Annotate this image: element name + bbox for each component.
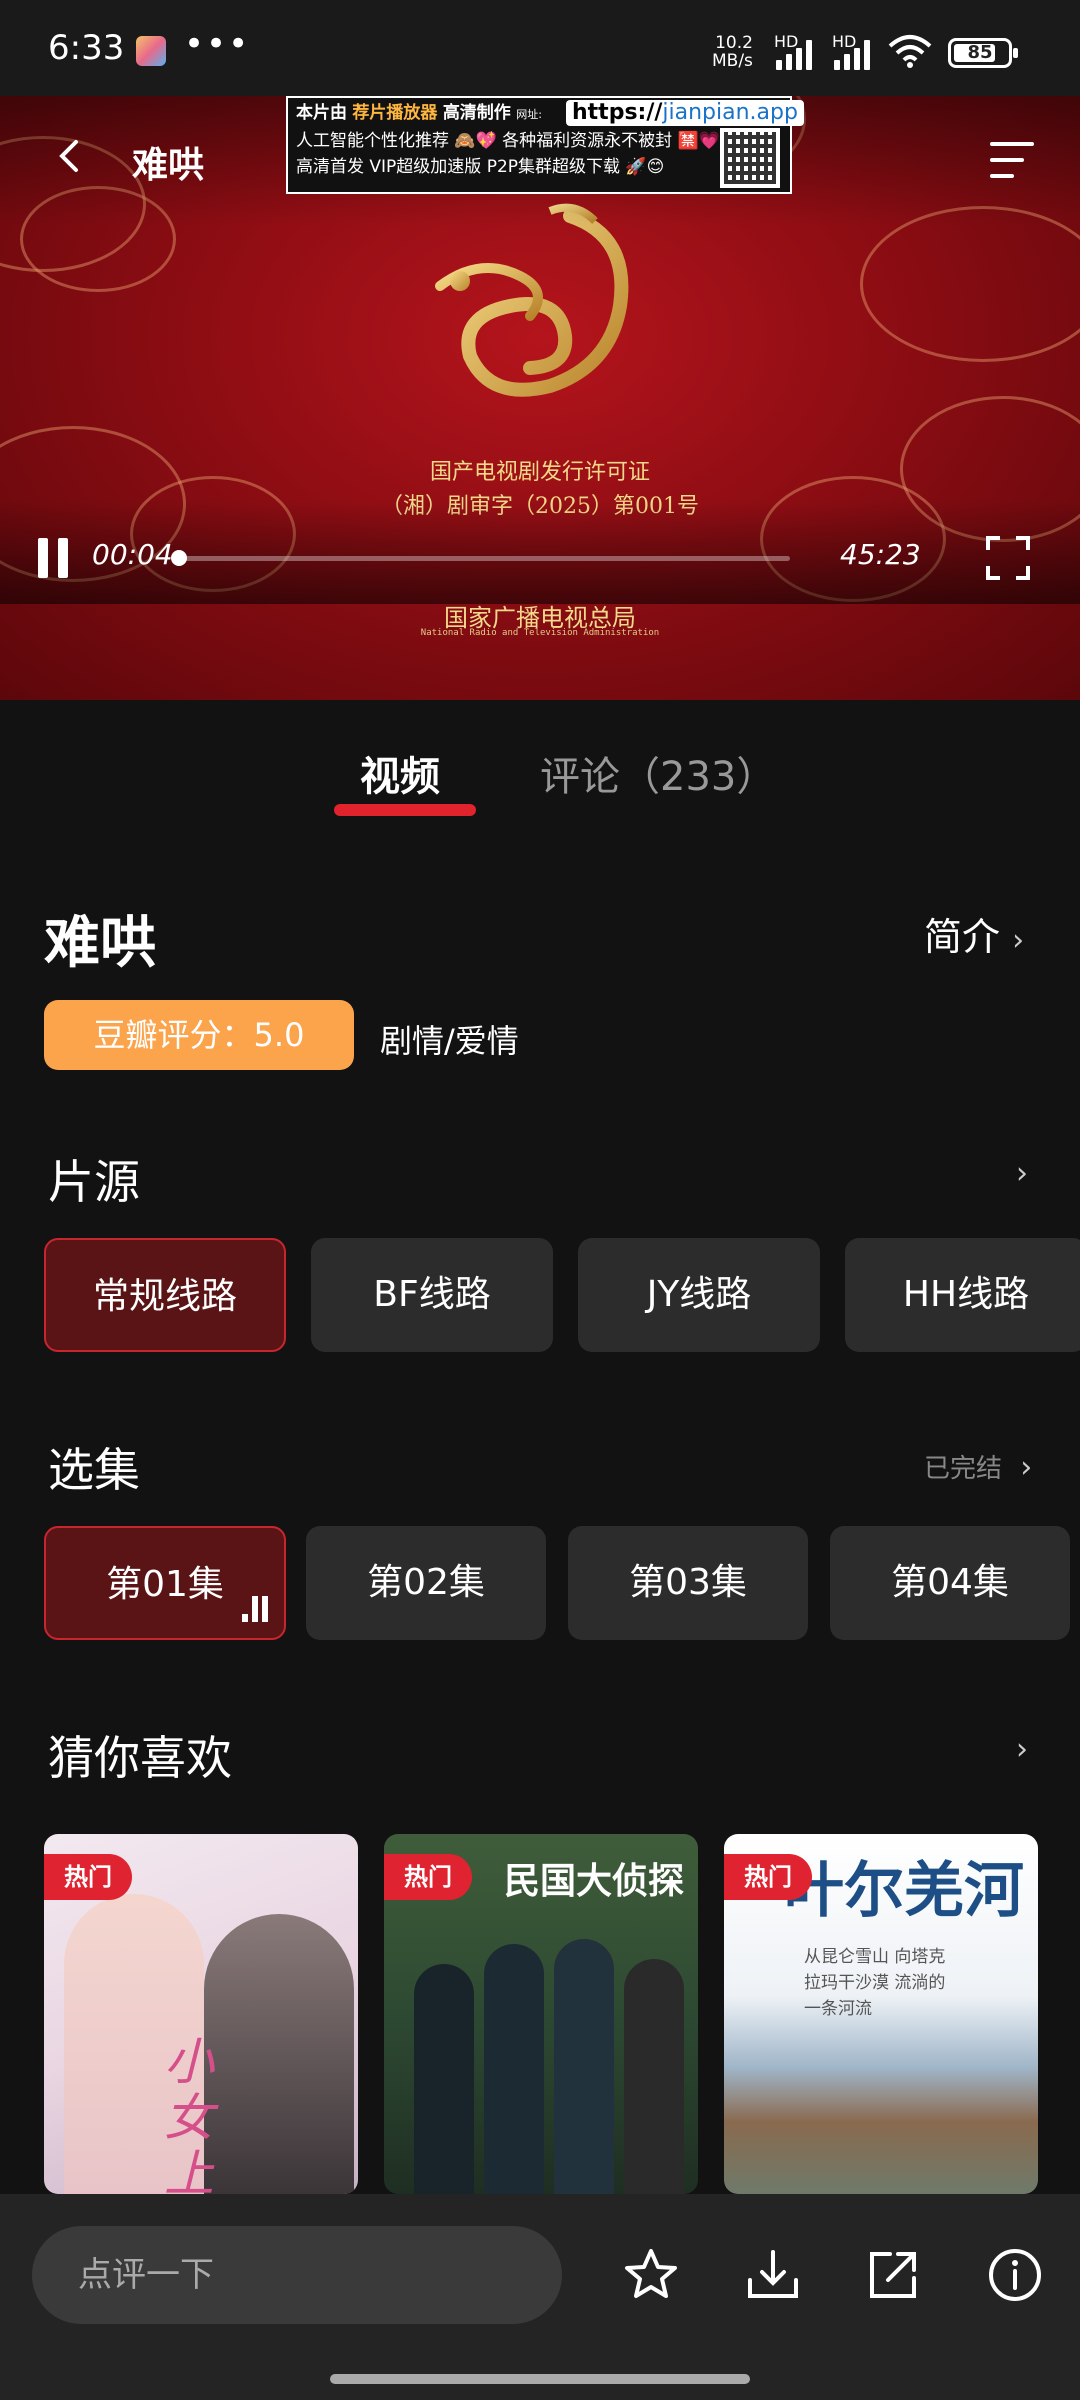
active-tab-indicator: [334, 804, 476, 816]
tab-video[interactable]: 视频: [360, 744, 440, 802]
qr-code: [720, 128, 780, 188]
hot-badge: 热门: [44, 1854, 132, 1900]
current-time: 00:04: [92, 538, 173, 571]
hot-badge: 热门: [384, 1854, 472, 1900]
recommend-heading: 猜你喜欢: [48, 1731, 232, 1785]
show-title: 难哄: [44, 911, 156, 976]
battery-icon: 85: [948, 38, 1018, 68]
poster-title: 民国大侦探: [504, 1861, 685, 1902]
ad-url[interactable]: https://jianpian.app: [566, 100, 804, 126]
download-icon[interactable]: [744, 2246, 802, 2304]
poster-figure: [484, 1944, 544, 2194]
recommend-card[interactable]: 民国大侦探 热门: [384, 1834, 698, 2194]
signal-icon-2: HD: [832, 32, 870, 70]
net-speed: 10.2 MB/s: [712, 33, 753, 71]
source-option[interactable]: JY线路: [578, 1238, 820, 1352]
rating-badge: 豆瓣评分：5.0: [44, 1000, 354, 1070]
episode-option[interactable]: 第04集: [830, 1526, 1070, 1640]
license-line1: 国产电视剧发行许可证: [429, 460, 650, 485]
wifi-icon: [888, 35, 932, 68]
ad-line3: 高清首发 VIP超级加速版 P2P集群超级下载 🚀😊: [296, 157, 665, 177]
tab-comments[interactable]: 评论（233）: [540, 744, 776, 802]
episodes-status[interactable]: 已完结 ›: [924, 1448, 1032, 1485]
source-option[interactable]: HH线路: [845, 1238, 1080, 1352]
emblem-icon: [435, 203, 629, 397]
pause-icon[interactable]: [38, 538, 70, 578]
more-notifications-icon: •••: [184, 24, 251, 64]
agency-name-en: National Radio and Television Administra…: [420, 628, 660, 638]
chevron-right-icon[interactable]: ›: [1016, 1156, 1028, 1191]
source-option[interactable]: BF线路: [311, 1238, 553, 1352]
status-time: 6:33: [48, 28, 125, 68]
source-option[interactable]: 常规线路: [44, 1238, 286, 1352]
star-icon[interactable]: [622, 2246, 680, 2304]
notification-app-icon: [136, 36, 166, 66]
info-icon[interactable]: [986, 2246, 1044, 2304]
recommend-card[interactable]: 叶尔羌河 从昆仑雪山 向塔克拉玛干沙漠 流淌的一条河流 热门: [724, 1834, 1038, 2194]
ad-line2: 人工智能个性化推荐 🙈💖 各种福利资源永不被封 🈲💗: [296, 131, 720, 151]
poster-figure: [554, 1939, 614, 2194]
poster-figure: [414, 1964, 474, 2194]
episode-option[interactable]: 第03集: [568, 1526, 808, 1640]
video-player[interactable]: 国产电视剧发行许可证 （湘）剧审字（2025）第001号 国家广播电视总局 Na…: [0, 96, 1080, 700]
sources-heading: 片源: [48, 1155, 140, 1209]
signal-icon: HD: [774, 32, 812, 70]
ad-banner[interactable]: 本片由 荐片播放器 高清制作 网址: https://jianpian.app …: [286, 96, 804, 194]
genre-label: 剧情/爱情: [380, 1022, 519, 1060]
poster-figure: [624, 1959, 684, 2194]
hot-badge: 热门: [724, 1854, 812, 1900]
player-title: 难哄: [132, 145, 205, 186]
chevron-right-icon: ›: [1020, 1450, 1033, 1485]
menu-icon[interactable]: [990, 142, 1034, 178]
chevron-right-icon: ›: [1012, 923, 1025, 958]
poster-title: 小女上房揭: [164, 2033, 214, 2194]
episodes-heading: 选集: [48, 1443, 140, 1497]
progress-track[interactable]: [178, 556, 790, 561]
playing-bars-icon: [242, 1596, 270, 1622]
poster-subtitle: 从昆仑雪山 向塔克拉玛干沙漠 流淌的一条河流: [804, 1947, 946, 2019]
intro-link[interactable]: 简介 ›: [924, 906, 1024, 961]
recommend-card[interactable]: 小女上房揭 热门: [44, 1834, 358, 2194]
home-indicator[interactable]: [330, 2374, 750, 2384]
episode-option[interactable]: 第02集: [306, 1526, 546, 1640]
progress-knob[interactable]: [170, 550, 187, 566]
poster-title: 叶尔羌河: [784, 1856, 1024, 1926]
duration: 45:23: [840, 538, 921, 571]
share-icon[interactable]: [864, 2246, 922, 2304]
fullscreen-icon[interactable]: [986, 536, 1030, 580]
chevron-right-icon[interactable]: ›: [1016, 1732, 1028, 1767]
back-icon[interactable]: [50, 136, 90, 176]
episode-option[interactable]: 第01集: [44, 1526, 286, 1640]
comment-input[interactable]: 点评一下: [32, 2226, 562, 2324]
